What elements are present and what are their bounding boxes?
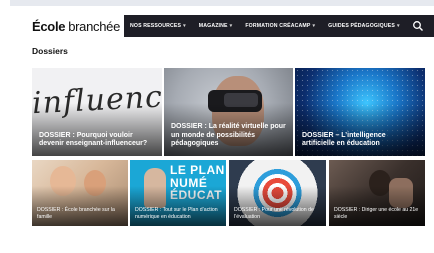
card-overlay	[229, 186, 326, 226]
chevron-down-icon: ▾	[229, 23, 233, 29]
page-title: Dossiers	[32, 46, 68, 56]
nav-item-label: NOS RESSOURCES	[130, 23, 182, 29]
nav-menu: NOS RESSOURCES ▾ MAGAZINE ▾ FORMATION CR…	[130, 23, 413, 29]
search-icon[interactable]	[412, 20, 424, 32]
top-strip	[10, 0, 434, 6]
card-title: DOSSIER : La réalité virtuelle pour un m…	[171, 123, 286, 148]
card-title: DOSSIER – L’intelligence artificielle en…	[302, 131, 386, 148]
card-overlay	[329, 186, 425, 226]
dossier-card-influenceur[interactable]: influencer DOSSIER : Pourquoi vouloir de…	[32, 68, 162, 156]
nav-item-guides[interactable]: GUIDES PÉDAGOGIQUES ▾	[328, 23, 400, 29]
nav-item-formation[interactable]: FORMATION CRÉACAMP ▾	[245, 23, 315, 29]
logo-word-branchee: branchée	[68, 18, 120, 34]
nav-item-label: GUIDES PÉDAGOGIQUES	[328, 23, 395, 29]
card-overlay	[130, 186, 226, 226]
nav-item-label: MAGAZINE	[198, 23, 228, 29]
logo-word-ecole: École	[32, 18, 66, 34]
dossier-card-realite-virtuelle[interactable]: DOSSIER : La réalité virtuelle pour un m…	[164, 68, 293, 156]
main-navbar: École branchée NOS RESSOURCES ▾ MAGAZINE…	[28, 15, 434, 37]
card-title: DOSSIER : Pourquoi vouloir devenir ensei…	[39, 131, 148, 148]
nav-item-magazine[interactable]: MAGAZINE ▾	[199, 23, 233, 29]
chevron-down-icon: ▾	[396, 23, 400, 29]
chevron-down-icon: ▾	[312, 23, 316, 29]
card-title: DOSSIER : Tout sur le Plan d’action numé…	[135, 207, 218, 220]
chevron-down-icon: ▾	[183, 23, 186, 29]
card-title: DOSSIER : Pour une révolution de l’évalu…	[234, 207, 314, 220]
nav-item-label: FORMATION CRÉACAMP	[245, 23, 311, 29]
dossier-card-diriger-ecole[interactable]: DOSSIER : Diriger une école au 21e siècl…	[329, 160, 425, 226]
nav-item-ressources[interactable]: NOS RESSOURCES ▾	[130, 23, 186, 29]
site-logo[interactable]: École branchée	[28, 15, 124, 37]
card-title: DOSSIER : École branchée sur la famille	[37, 207, 115, 220]
card-title: DOSSIER : Diriger une école au 21e siècl…	[334, 207, 419, 220]
dossier-card-famille[interactable]: DOSSIER : École branchée sur la famille	[32, 160, 128, 226]
dossier-card-plan-numerique[interactable]: LE PLAN NUMÉ ÉDUCAT DOSSIER : Tout sur l…	[130, 160, 226, 226]
dossier-card-evaluation[interactable]: DOSSIER : Pour une révolution de l’évalu…	[229, 160, 326, 226]
dossier-card-intelligence-artificielle[interactable]: DOSSIER – L’intelligence artificielle en…	[295, 68, 425, 156]
